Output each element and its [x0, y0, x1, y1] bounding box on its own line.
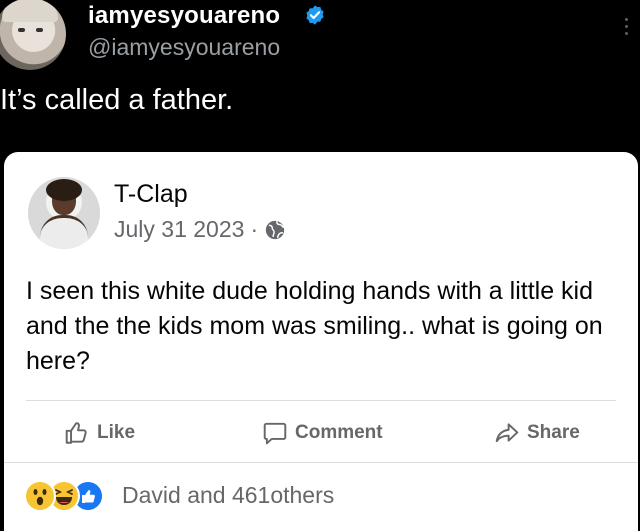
- more-options-icon[interactable]: [622, 18, 630, 46]
- reaction-icons[interactable]: [24, 478, 104, 514]
- divider: [26, 400, 616, 401]
- share-button[interactable]: Share: [494, 420, 580, 446]
- meta-separator: ·: [250, 216, 259, 242]
- share-arrow-icon: [495, 423, 519, 443]
- comment-label: Comment: [295, 422, 383, 443]
- verified-badge-icon: [306, 5, 324, 25]
- like-label: Like: [97, 422, 136, 443]
- facebook-post-card: T-Clap July 31 2023 · I seen this white …: [4, 152, 638, 531]
- comment-icon: [263, 422, 287, 445]
- divider: [4, 462, 638, 463]
- post-meta: July 31 2023 ·: [114, 216, 286, 243]
- comment-button[interactable]: Comment: [262, 420, 383, 446]
- wow-reaction-icon: [24, 480, 56, 512]
- post-body-text: I seen this white dude holding hands wit…: [26, 277, 603, 375]
- tweet-author-avatar[interactable]: [0, 0, 66, 70]
- thumbs-up-icon: [65, 422, 87, 444]
- globe-icon: [265, 220, 285, 239]
- post-date[interactable]: July 31 2023: [114, 216, 244, 243]
- tweet-text: It’s called a father.: [0, 84, 234, 116]
- post-author-name[interactable]: T-Clap: [114, 180, 188, 209]
- tweet-author-name[interactable]: iamyesyouareno: [88, 2, 280, 30]
- tweet-header: iamyesyouareno @iamyesyouareno It’s call…: [0, 0, 640, 150]
- tweet-author-handle[interactable]: @iamyesyouareno: [88, 34, 280, 61]
- like-button[interactable]: Like: [64, 420, 135, 446]
- post-author-avatar[interactable]: [28, 177, 100, 249]
- reaction-summary[interactable]: David and 461others: [122, 482, 334, 509]
- share-label: Share: [527, 422, 580, 443]
